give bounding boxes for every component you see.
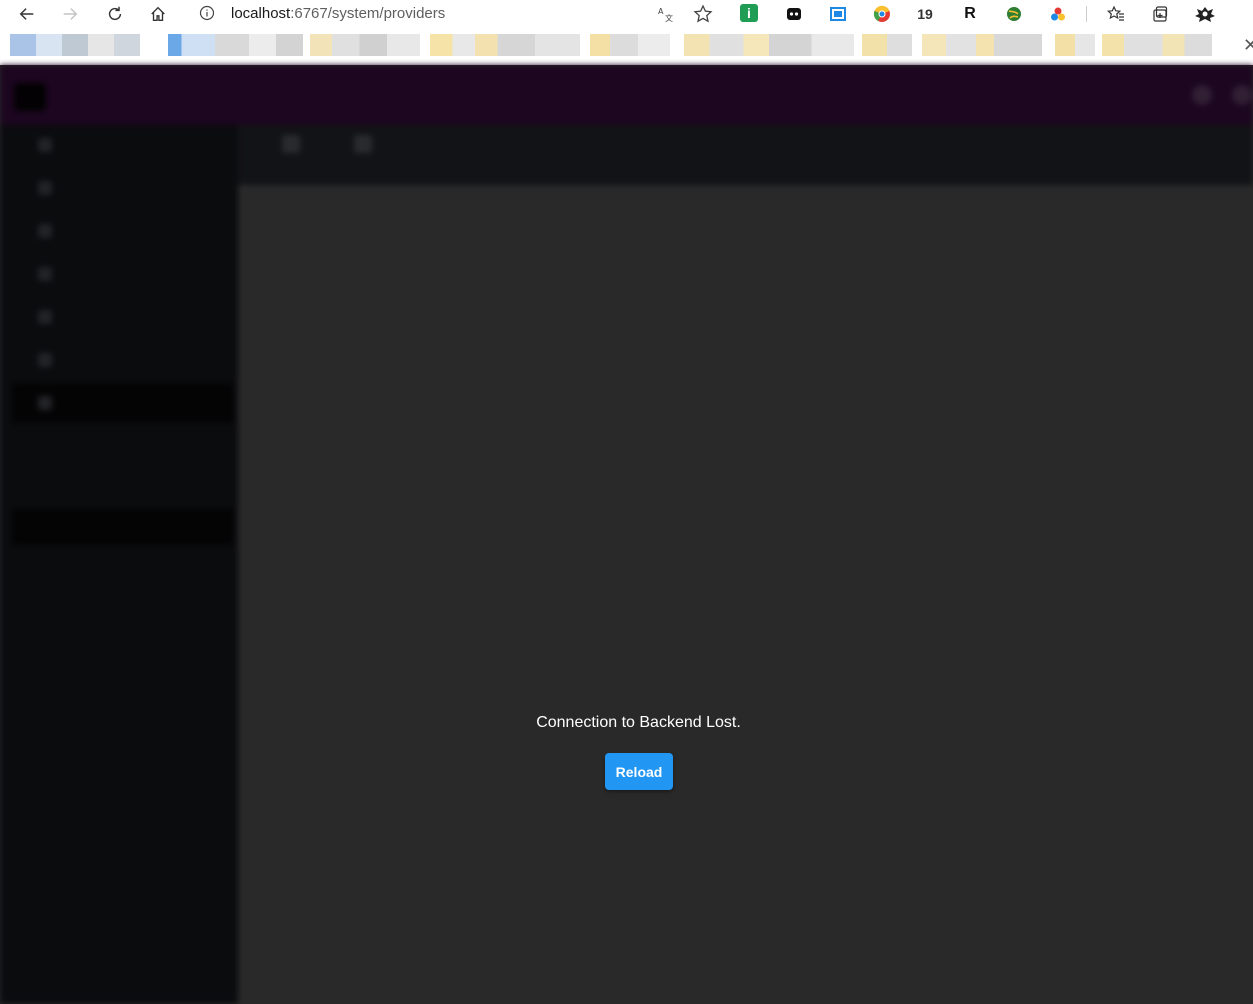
favorites-icon[interactable] — [1106, 4, 1126, 24]
bookmark-7[interactable] — [862, 34, 912, 56]
bookmark-9[interactable] — [1055, 34, 1095, 56]
profile-avatar-icon[interactable] — [1193, 4, 1217, 24]
reader-extension-icon[interactable] — [828, 4, 848, 24]
bookmark-2[interactable] — [168, 34, 303, 56]
url-path: :6767/system/providers — [290, 5, 446, 22]
collections-icon[interactable] — [1150, 4, 1170, 24]
site-info-icon[interactable] — [199, 5, 215, 21]
bookmark-8[interactable] — [922, 34, 1042, 56]
home-icon — [151, 6, 165, 21]
back-button[interactable] — [15, 3, 39, 25]
bookmarks-overflow-icon[interactable]: ✕ — [1243, 35, 1253, 56]
browser-chrome: localhost:6767/system/providers A文 i 19 … — [0, 0, 1253, 65]
reload-button[interactable]: Reload — [605, 753, 673, 790]
url-host: localhost — [231, 5, 291, 22]
bookmark-1[interactable] — [10, 34, 140, 56]
globe-extension-icon[interactable] — [1004, 4, 1024, 24]
bookmarks-bar — [0, 32, 1253, 60]
favorite-star-icon[interactable] — [693, 4, 713, 24]
refresh-button[interactable] — [103, 3, 127, 25]
connection-lost-message: Connection to Backend Lost. — [536, 714, 741, 731]
bookmark-3[interactable] — [310, 34, 420, 56]
info-extension-icon[interactable]: i — [740, 4, 758, 22]
svg-text:文: 文 — [665, 13, 673, 23]
bookmark-6[interactable] — [684, 34, 854, 56]
home-button[interactable] — [146, 3, 170, 25]
translate-icon[interactable]: A文 — [657, 5, 675, 23]
bookmark-5[interactable] — [590, 34, 670, 56]
connection-lost-overlay — [0, 65, 1253, 1004]
refresh-icon — [108, 6, 122, 21]
chrome-extension-icon[interactable] — [872, 4, 892, 24]
browser-toolbar: localhost:6767/system/providers A文 i 19 … — [0, 0, 1253, 28]
back-arrow-icon — [19, 8, 34, 20]
bookmark-extension-icon[interactable] — [784, 4, 804, 24]
r-extension-icon[interactable]: R — [960, 4, 980, 24]
bookmark-10[interactable] — [1102, 34, 1212, 56]
svg-text:A: A — [658, 7, 664, 16]
address-bar[interactable]: localhost:6767/system/providers A文 — [187, 1, 721, 26]
colors-extension-icon[interactable] — [1048, 4, 1068, 24]
forward-arrow-icon — [63, 8, 78, 20]
url-text[interactable]: localhost:6767/system/providers — [231, 5, 445, 22]
bookmark-4[interactable] — [430, 34, 580, 56]
counter-extension-icon[interactable]: 19 — [915, 4, 935, 24]
forward-button[interactable] — [58, 3, 82, 25]
toolbar-separator — [1086, 6, 1087, 22]
